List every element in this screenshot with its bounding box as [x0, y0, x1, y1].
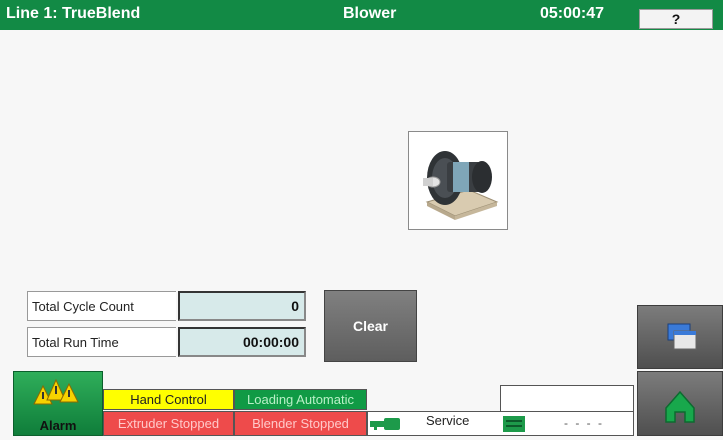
alarm-warning-icon: [33, 378, 79, 405]
message-box: [500, 385, 634, 412]
alarm-button[interactable]: Alarm: [13, 371, 103, 436]
service-label: Service: [426, 413, 470, 428]
run-time-label: Total Run Time: [27, 327, 176, 357]
blender-stopped-status: Blender Stopped: [234, 411, 367, 436]
title-bar: Line 1: TrueBlend Blower 05:00:47 ?: [0, 0, 723, 30]
blower-icon: [423, 151, 499, 220]
screens-button[interactable]: [637, 305, 723, 369]
service-info-placeholder: - - - -: [564, 416, 604, 430]
alarm-label: Alarm: [39, 418, 77, 433]
window-screens-icon: [667, 323, 697, 350]
blower-image-button[interactable]: [408, 131, 508, 230]
key-icon: [370, 418, 400, 430]
extruder-stopped-status: Extruder Stopped: [103, 411, 234, 436]
hand-control-status: Hand Control: [103, 389, 234, 410]
cycle-count-label: Total Cycle Count: [27, 291, 176, 321]
document-icon: [503, 416, 525, 432]
clear-button[interactable]: Clear: [324, 290, 417, 362]
cycle-count-value: 0: [178, 291, 306, 321]
run-time-value: 00:00:00: [178, 327, 306, 357]
loading-automatic-status: Loading Automatic: [234, 389, 367, 410]
line-title: Line 1: TrueBlend: [6, 5, 141, 22]
page-title: Blower: [343, 5, 397, 22]
home-icon: [665, 390, 695, 423]
help-button[interactable]: ?: [639, 9, 713, 29]
home-button[interactable]: [637, 371, 723, 436]
clock: 05:00:47: [540, 5, 605, 22]
